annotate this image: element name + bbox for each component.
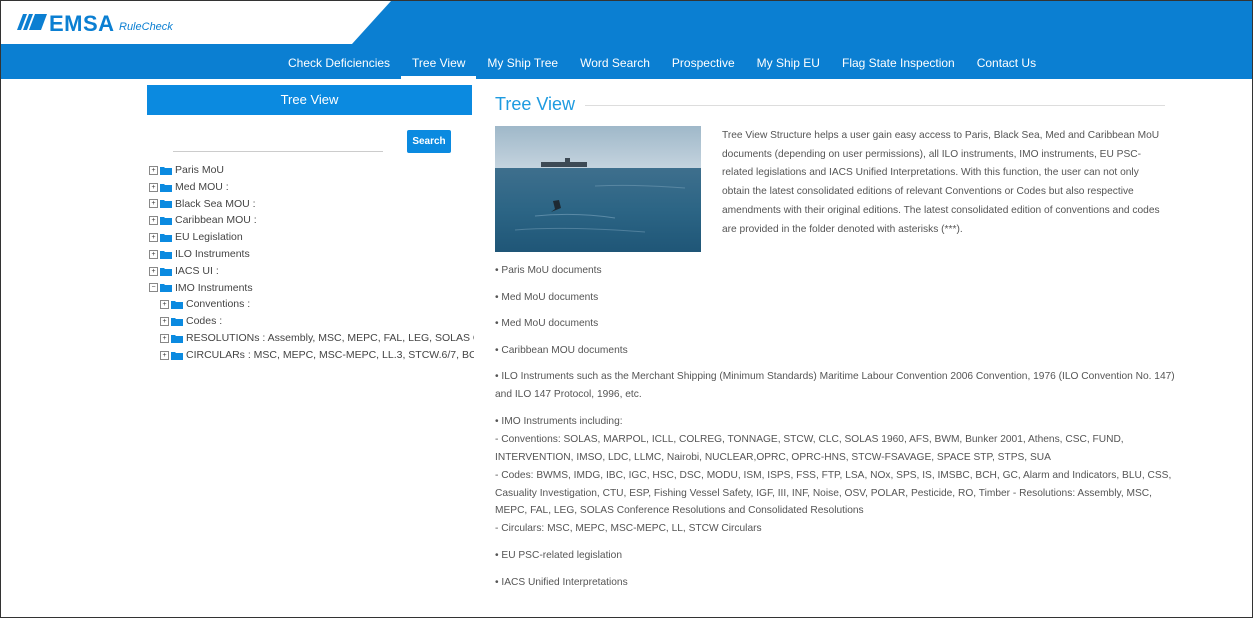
folder-icon: [171, 351, 183, 360]
nav-item-prospective[interactable]: Prospective: [661, 44, 746, 79]
list-item-detail: - Circulars: MSC, MEPC, MSC-MEPC, LL, ST…: [495, 523, 762, 535]
tree-node-label: Med MOU :: [175, 180, 229, 193]
tree-node[interactable]: + CIRCULARs : MSC, MEPC, MSC-MEPC, LL.3, …: [149, 347, 474, 364]
logo[interactable]: EMSA RuleCheck: [1, 1, 391, 44]
folder-icon: [160, 217, 172, 226]
tree-node-label: Codes :: [186, 315, 223, 328]
tree-node-label: Conventions :: [186, 298, 251, 311]
top-banner: EMSA RuleCheck: [1, 1, 1252, 44]
expand-icon[interactable]: +: [149, 216, 158, 226]
folder-icon: [160, 200, 172, 209]
nav-item-check-deficiencies[interactable]: Check Deficiencies: [277, 44, 401, 79]
folder-icon: [171, 301, 183, 310]
expand-icon[interactable]: +: [149, 165, 158, 175]
expand-icon[interactable]: +: [149, 249, 158, 259]
list-item: • Caribbean MOU documents: [495, 344, 628, 356]
folder-icon: [160, 267, 172, 276]
logo-text: EMSA: [49, 11, 115, 36]
app-window: EMSA RuleCheck Check Deficiencies Tree Vi…: [0, 0, 1253, 618]
nav-item-flag-state-inspection[interactable]: Flag State Inspection: [831, 44, 966, 79]
expand-icon[interactable]: +: [160, 300, 169, 310]
folder-icon: [160, 166, 172, 175]
nav-item-my-ship-eu[interactable]: My Ship EU: [746, 44, 831, 79]
expand-icon[interactable]: +: [160, 317, 169, 327]
tree-node-label: IMO Instruments: [175, 281, 253, 294]
folder-icon: [160, 250, 172, 259]
tree-view: + Paris MoU + Med MOU : + Black Sea MOU : + Car…: [149, 162, 474, 364]
list-item: • Paris MoU documents: [495, 265, 602, 276]
folder-icon: [160, 284, 172, 293]
expand-icon[interactable]: +: [149, 182, 158, 192]
tree-node[interactable]: + RESOLUTIONs : Assembly, MSC, MEPC, FAL,…: [149, 330, 474, 347]
tree-node-label: RESOLUTIONs : Assembly, MSC, MEPC, FAL, …: [186, 331, 474, 344]
title-divider: [585, 105, 1165, 106]
list-item: • IMO Instruments including:: [495, 415, 623, 427]
list-item: • Med MoU documents: [495, 291, 599, 303]
tree-node[interactable]: − IMO Instruments: [149, 280, 474, 297]
collapse-icon[interactable]: −: [149, 283, 158, 293]
list-item: • EU PSC-related legislation: [495, 549, 623, 561]
tree-node-label: Black Sea MOU :: [175, 197, 256, 210]
nav-item-contact-us[interactable]: Contact Us: [966, 44, 1047, 79]
list-item: • ILO Instruments such as the Merchant S…: [495, 371, 1175, 401]
tree-node[interactable]: + ILO Instruments: [149, 246, 474, 263]
nav-item-word-search[interactable]: Word Search: [569, 44, 661, 79]
tree-node[interactable]: + EU Legislation: [149, 229, 474, 246]
tree-node-label: ILO Instruments: [175, 247, 250, 260]
tree-node[interactable]: + Codes :: [149, 313, 474, 330]
nav-item-tree-view[interactable]: Tree View: [401, 44, 477, 79]
tree-node[interactable]: + IACS UI :: [149, 263, 474, 280]
nav-item-my-ship-tree[interactable]: My Ship Tree: [476, 44, 569, 79]
tree-node-label: Caribbean MOU :: [175, 214, 257, 227]
tree-node-label: IACS UI :: [175, 264, 219, 277]
expand-icon[interactable]: +: [160, 333, 169, 343]
document-list: • Paris MoU documents • Med MoU document…: [495, 262, 1175, 591]
list-item: • IACS Unified Interpretations: [495, 576, 628, 588]
folder-icon: [171, 318, 183, 327]
tree-node[interactable]: + Caribbean MOU :: [149, 212, 474, 229]
whale-tail-photo: [495, 126, 701, 252]
tree-node[interactable]: + Med MOU :: [149, 179, 474, 196]
tree-node-label: Paris MoU: [175, 164, 225, 176]
main-navigation: Check Deficiencies Tree View My Ship Tree W…: [1, 44, 1252, 79]
tree-search-input[interactable]: [173, 151, 383, 152]
intro-paragraph: Tree View Structure helps a user gain ea…: [722, 130, 1160, 235]
list-item-detail: - Codes: BWMS, IMDG, IBC, IGC, HSC, DSC,…: [495, 469, 1172, 517]
folder-icon: [171, 334, 183, 343]
list-item: • Med MoU documents: [495, 318, 599, 330]
search-button[interactable]: Search: [407, 130, 451, 153]
tree-node[interactable]: + Paris MoU: [149, 162, 474, 179]
sidebar-title: Tree View: [147, 85, 472, 115]
expand-icon[interactable]: +: [149, 233, 158, 243]
logo-subtitle: RuleCheck: [119, 21, 173, 33]
tree-node[interactable]: + Black Sea MOU :: [149, 196, 474, 213]
emsa-logo-icon: [17, 14, 47, 30]
tree-node[interactable]: + Conventions :: [149, 296, 474, 313]
page-title: Tree View: [495, 94, 576, 114]
list-item-detail: - Conventions: SOLAS, MARPOL, ICLL, COLR…: [495, 433, 1124, 463]
expand-icon[interactable]: +: [160, 350, 169, 360]
tree-node-label: EU Legislation: [175, 231, 243, 244]
folder-icon: [160, 183, 172, 192]
tree-node-label: CIRCULARs : MSC, MEPC, MSC-MEPC, LL.3, S…: [186, 348, 474, 361]
folder-icon: [160, 234, 172, 243]
expand-icon[interactable]: +: [149, 199, 158, 209]
expand-icon[interactable]: +: [149, 266, 158, 276]
